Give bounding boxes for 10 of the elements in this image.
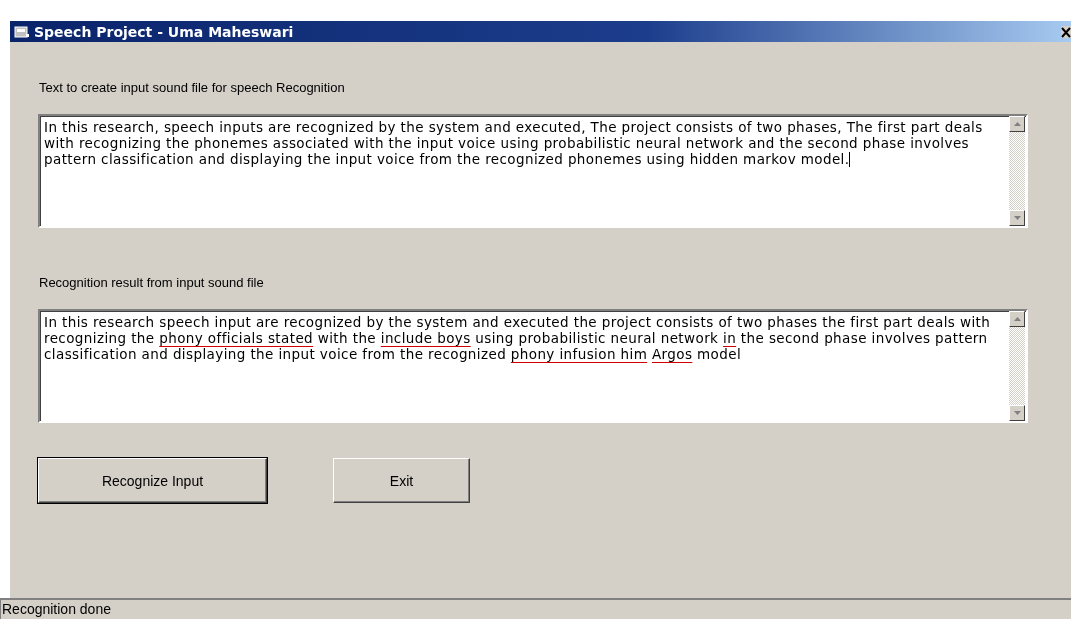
push-button[interactable]: Recognize Input <box>38 458 267 503</box>
push-button[interactable]: Exit <box>333 458 470 503</box>
text-area[interactable]: In this research, speech inputs are recognized by the system and executed, The project consists of two phases, The first part deals with recognizing the phonemes associated with the input voice using probabilistic neural network and the second phase involves pattern classification and displaying the input voice from the recognized phonemes using hidden markov model. <box>38 114 1028 228</box>
close-icon[interactable] <box>1061 25 1071 38</box>
window-title: Speech Project - Uma Maheswari <box>34 23 295 40</box>
text-area[interactable]: In this research speech input are recognized by the system and executed the project consists of two phases the first part deals with recognizing the phony officials stated with the include boys using probabilistic neural network in the second phase involves pattern classification and displaying the input voice from the recognized phony infusion him Argos model <box>38 309 1028 423</box>
field-label: Text to create input sound file for speech Recognition <box>39 80 346 96</box>
status-bar: Recognition done <box>0 598 1071 619</box>
app-icon <box>14 24 30 39</box>
field-label: Recognition result from input sound file <box>39 275 265 291</box>
